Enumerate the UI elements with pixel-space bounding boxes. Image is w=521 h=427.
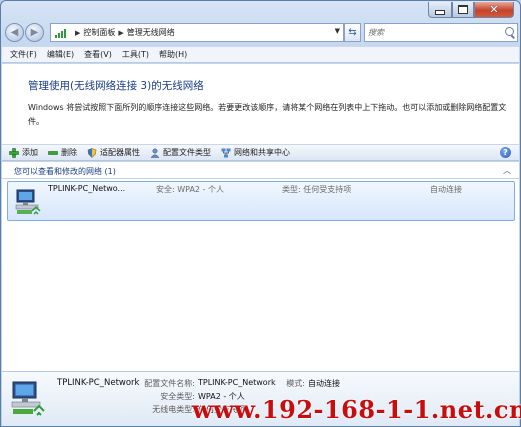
site-watermark: www.192-168-1-1.net.cn	[192, 395, 521, 424]
profile-types-button[interactable]: 配置文件类型	[150, 147, 211, 158]
network-list: 您可以查看和修改的网络 (1) ︿ TPLINK-PC_Netwo... 安全:…	[2, 162, 519, 371]
group-header[interactable]: 您可以查看和修改的网络 (1) ︿	[2, 162, 519, 179]
manage-wireless-networks-window: ✕ ◀ ▶ ▶ 控制面板 ▶ 管理无线网络 ▼ ⇆ 文件(F) 编辑(E) 查看…	[0, 0, 521, 427]
adapter-shield-icon	[87, 147, 97, 158]
menu-tools[interactable]: 工具(T)	[122, 49, 149, 60]
network-name: TPLINK-PC_Netwo...	[48, 184, 126, 193]
details-network-name: TPLINK-PC_Network	[57, 378, 140, 388]
breadcrumb-manage-wireless[interactable]: 管理无线网络	[127, 27, 175, 38]
forward-button[interactable]: ▶	[25, 23, 44, 42]
adapter-properties-label: 适配器属性	[100, 148, 140, 157]
address-bar[interactable]: ▶ 控制面板 ▶ 管理无线网络 ▼	[50, 23, 344, 42]
profile-name-value: TPLINK-PC_Network	[198, 378, 276, 387]
remove-label: 删除	[61, 148, 77, 157]
add-label: 添加	[22, 148, 38, 157]
breadcrumb-separator-icon: ▶	[118, 28, 124, 37]
page-title: 管理使用(无线网络连接 3)的无线网络	[28, 80, 204, 92]
menu-file[interactable]: 文件(F)	[10, 49, 37, 60]
group-title: 您可以查看和修改的网络 (1)	[14, 167, 116, 176]
collapse-chevron-icon[interactable]: ︿	[503, 165, 511, 176]
radio-type-label: 无线电类型:	[152, 405, 195, 414]
network-type: 类型: 任何受支持项	[282, 185, 352, 194]
network-sharing-center-label: 网络和共享中心	[234, 148, 290, 157]
search-input[interactable]	[365, 25, 498, 40]
page-description: Windows 将尝试按照下面所列的顺序连接这些网络。若要更改该顺序，请将某个网…	[28, 103, 507, 126]
mode-label: 模式:	[286, 379, 305, 388]
profile-name-label: 配置文件名称:	[144, 379, 195, 388]
maximize-button[interactable]	[452, 2, 474, 18]
menu-bar: 文件(F) 编辑(E) 查看(V) 工具(T) 帮助(H)	[2, 46, 519, 63]
remove-button[interactable]: 删除	[48, 147, 77, 158]
forward-arrow-icon: ▶	[30, 27, 39, 38]
breadcrumb-control-panel[interactable]: 控制面板	[83, 27, 115, 38]
navigation-row: ◀ ▶ ▶ 控制面板 ▶ 管理无线网络 ▼ ⇆	[5, 22, 518, 44]
menu-help[interactable]: 帮助(H)	[159, 49, 187, 60]
remove-icon	[48, 148, 58, 158]
search-box	[364, 23, 518, 42]
network-center-icon	[221, 148, 231, 158]
maximize-icon	[458, 5, 468, 14]
search-icon[interactable]	[505, 27, 514, 36]
network-connect-mode: 自动连接	[430, 185, 462, 194]
minimize-icon	[435, 9, 445, 15]
command-bar: 添加 删除 适配器属性 配置文件类型 网络和共享中心 ?	[2, 144, 519, 161]
menu-view[interactable]: 查看(V)	[84, 49, 112, 60]
header-panel: 管理使用(无线网络连接 3)的无线网络 Windows 将尝试按照下面所列的顺序…	[2, 64, 519, 144]
refresh-icon: ⇆	[348, 27, 357, 38]
address-dropdown-icon[interactable]: ▼	[335, 27, 340, 35]
profile-user-icon	[150, 148, 160, 158]
add-icon	[9, 147, 19, 158]
minimize-button[interactable]	[428, 2, 452, 18]
control-panel-icon	[55, 28, 69, 38]
breadcrumb-separator-icon: ▶	[75, 28, 81, 37]
network-security: 安全: WPA2 - 个人	[156, 185, 224, 194]
back-button[interactable]: ◀	[5, 23, 24, 42]
menu-edit[interactable]: 编辑(E)	[47, 49, 74, 60]
mode-value: 自动连接	[308, 379, 340, 388]
back-arrow-icon: ◀	[10, 27, 19, 38]
close-button[interactable]: ✕	[474, 2, 514, 18]
network-sharing-center-button[interactable]: 网络和共享中心	[221, 147, 290, 158]
add-button[interactable]: 添加	[9, 147, 38, 158]
refresh-button[interactable]: ⇆	[344, 23, 361, 42]
profile-types-label: 配置文件类型	[163, 148, 211, 157]
security-type-label: 安全类型:	[160, 392, 195, 401]
close-icon: ✕	[489, 3, 499, 16]
wireless-network-icon	[15, 189, 41, 215]
caption-buttons: ✕	[428, 2, 514, 18]
adapter-properties-button[interactable]: 适配器属性	[87, 147, 140, 158]
wireless-network-icon	[11, 381, 45, 416]
list-item[interactable]: TPLINK-PC_Netwo... 安全: WPA2 - 个人 类型: 任何受…	[7, 181, 515, 221]
help-icon[interactable]: ?	[500, 147, 511, 158]
